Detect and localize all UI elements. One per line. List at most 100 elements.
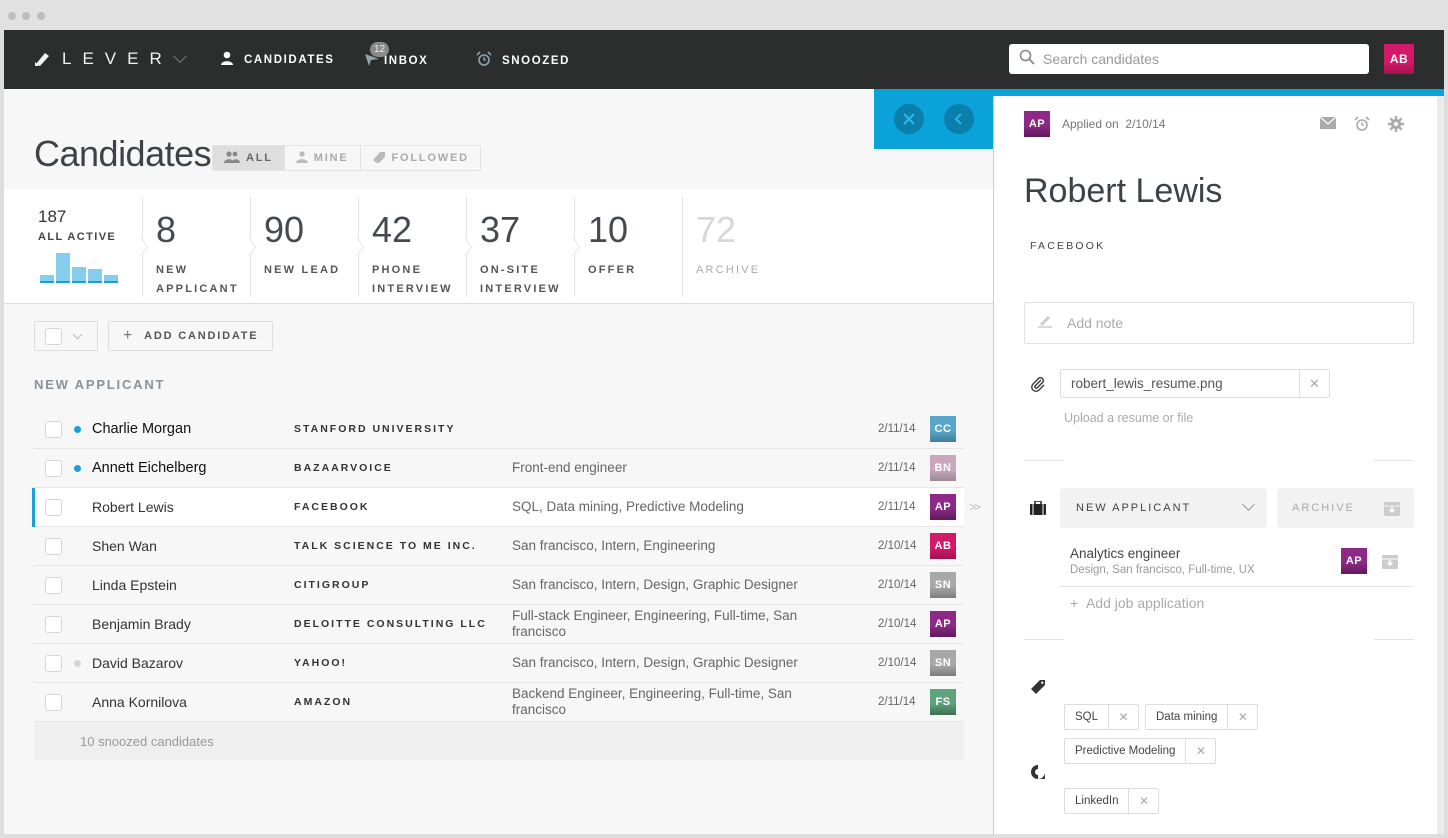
search-box[interactable]	[1009, 44, 1369, 74]
filter-tab-label: FOLLOWED	[391, 152, 469, 164]
people-icon	[224, 150, 240, 166]
applied-date: 2/10/14	[878, 657, 917, 669]
sparkline-bar	[56, 253, 70, 283]
stat-all-active[interactable]: 187 ALL ACTIVE	[38, 207, 116, 243]
add-job-application-link[interactable]: + Add job application	[1070, 595, 1204, 611]
row-checkbox[interactable]	[45, 537, 62, 555]
remove-tag-button[interactable]: ✕	[1227, 705, 1257, 729]
add-candidate-button[interactable]: + ADD CANDIDATE	[108, 321, 274, 351]
email-icon[interactable]	[1319, 116, 1337, 137]
close-panel-button[interactable]	[894, 104, 924, 134]
candidate-row[interactable]: Linda Epstein CITIGROUP San francisco, Int…	[34, 566, 964, 605]
candidate-row[interactable]: Annett Eichelberg BAZAARVOICE Front-end en…	[34, 449, 964, 488]
candidate-row[interactable]: David Bazarov YAHOO! San francisco, Intern…	[34, 644, 964, 683]
chevron-right-icon	[465, 239, 473, 255]
unread-dot-icon	[74, 659, 81, 667]
row-checkbox[interactable]	[45, 615, 62, 633]
stat-label: ALL ACTIVE	[38, 231, 117, 243]
applied-date: 2/10/14	[878, 540, 917, 552]
stat-new-applicant[interactable]: 8 NEW APPLICANT	[141, 197, 250, 297]
candidate-name[interactable]: Benjamin Brady	[92, 616, 191, 632]
logo-menu[interactable]: LEVER	[34, 48, 187, 69]
owner-avatar: AP	[1024, 111, 1050, 137]
tag-label: SQL	[1075, 711, 1099, 723]
row-checkbox[interactable]	[45, 420, 62, 438]
candidate-name[interactable]: Linda Epstein	[92, 577, 177, 593]
row-checkbox[interactable]	[45, 459, 62, 477]
user-avatar[interactable]: AB	[1384, 44, 1414, 74]
candidate-company: TALK SCIENCE TO ME INC.	[294, 540, 477, 552]
filter-tab-all[interactable]: ALL	[213, 146, 285, 170]
gear-icon[interactable]	[1388, 116, 1404, 137]
remove-tag-button[interactable]: ✕	[1108, 705, 1138, 729]
applied-date: 2/10/14	[1125, 117, 1166, 131]
unread-dot-icon	[74, 464, 81, 472]
remove-file-button[interactable]: ✕	[1299, 370, 1329, 397]
divider	[1024, 460, 1064, 461]
candidate-row[interactable]: Charlie Morgan STANFORD UNIVERSITY 2/11/14…	[34, 410, 964, 449]
stat-label: PHONE INTERVIEW	[372, 264, 453, 295]
candidate-row[interactable]: Shen Wan TALK SCIENCE TO ME INC. San franc…	[34, 527, 964, 566]
archive-button[interactable]: ARCHIVE	[1277, 488, 1414, 528]
candidate-company: AMAZON	[294, 696, 353, 708]
candidate-name[interactable]: David Bazarov	[92, 655, 183, 671]
search-input[interactable]	[1043, 51, 1343, 67]
bulk-select-dropdown[interactable]	[34, 321, 98, 351]
filter-tab-label: ALL	[246, 152, 273, 164]
chevron-right-icon	[141, 239, 149, 255]
select-all-checkbox[interactable]	[45, 327, 62, 345]
candidate-row[interactable]: Anna Kornilova AMAZON Backend Engineer, En…	[34, 683, 964, 722]
candidate-row[interactable]: Benjamin Brady DELOITTE CONSULTING LLC Ful…	[34, 605, 964, 644]
stat-offer[interactable]: 10 OFFER	[573, 197, 682, 297]
stat-count: 187	[38, 207, 67, 226]
candidate-name[interactable]: Shen Wan	[92, 538, 157, 554]
candidate-tags: Backend Engineer, Engineering, Full-time…	[512, 686, 792, 717]
row-checkbox[interactable]	[45, 498, 62, 516]
candidate-name[interactable]: Annett Eichelberg	[92, 460, 206, 476]
candidate-name[interactable]: Robert Lewis	[92, 499, 174, 515]
tag-chip[interactable]: Predictive Modeling ✕	[1064, 738, 1217, 764]
nav-inbox[interactable]: 12 INBOX	[364, 42, 428, 70]
filter-tab-mine[interactable]: MINE	[285, 146, 361, 170]
alarm-clock-icon	[476, 51, 492, 70]
candidate-name[interactable]: Charlie Morgan	[92, 421, 191, 437]
job-subtitle: Design, San francisco, Full-time, UX	[1070, 564, 1255, 576]
add-note-field[interactable]: Add note	[1024, 302, 1414, 344]
remove-source-button[interactable]: ✕	[1128, 789, 1158, 813]
archive-label: ARCHIVE	[1292, 502, 1355, 514]
tag-chip[interactable]: Data mining ✕	[1145, 704, 1259, 730]
stat-count: 10	[588, 209, 629, 250]
owner-avatar: AP	[930, 494, 956, 520]
job-application[interactable]: Analytics engineer Design, San francisco…	[1060, 540, 1414, 587]
resume-file[interactable]: robert_lewis_resume.png ✕	[1060, 369, 1330, 398]
nav-snoozed[interactable]: SNOOZED	[476, 51, 570, 70]
row-checkbox[interactable]	[45, 693, 62, 711]
upload-file-link[interactable]: Upload a resume or file	[1064, 411, 1193, 425]
remove-tag-button[interactable]: ✕	[1185, 739, 1215, 763]
file-name[interactable]: robert_lewis_resume.png	[1061, 376, 1299, 391]
stat-archive[interactable]: 72 ARCHIVE	[682, 197, 790, 297]
nav-candidates[interactable]: CANDIDATES	[220, 51, 335, 68]
row-checkbox[interactable]	[45, 654, 62, 672]
snooze-alarm-icon[interactable]	[1354, 116, 1370, 137]
filter-tab-followed[interactable]: FOLLOWED	[361, 146, 480, 170]
candidate-name: Robert Lewis	[1024, 172, 1223, 210]
back-button[interactable]	[944, 104, 974, 134]
stat-onsite-interview[interactable]: 37 ON-SITE INTERVIEW	[465, 197, 574, 297]
stat-label: OFFER	[588, 264, 637, 276]
chevron-down-icon	[1242, 498, 1255, 511]
double-chevron-right-icon[interactable]: >>	[969, 500, 981, 514]
scrollbar[interactable]	[1437, 96, 1444, 834]
candidate-company: STANFORD UNIVERSITY	[294, 423, 456, 435]
candidate-name[interactable]: Anna Kornilova	[92, 694, 187, 710]
candidate-row[interactable]: Robert Lewis FACEBOOK SQL, Data mining, Pr…	[32, 488, 981, 527]
stage-dropdown[interactable]: NEW APPLICANT	[1060, 488, 1267, 528]
archive-box-icon[interactable]	[1382, 553, 1398, 574]
source-chip[interactable]: LinkedIn ✕	[1064, 788, 1160, 814]
row-checkbox[interactable]	[45, 576, 62, 594]
tag-chip[interactable]: SQL ✕	[1064, 704, 1140, 730]
stat-new-lead[interactable]: 90 NEW LEAD	[249, 197, 358, 297]
snoozed-candidates-link[interactable]: 10 snoozed candidates	[34, 722, 964, 760]
stat-phone-interview[interactable]: 42 PHONE INTERVIEW	[357, 197, 466, 297]
filter-tabs: ALL MINE FOLLOWED	[212, 145, 481, 171]
